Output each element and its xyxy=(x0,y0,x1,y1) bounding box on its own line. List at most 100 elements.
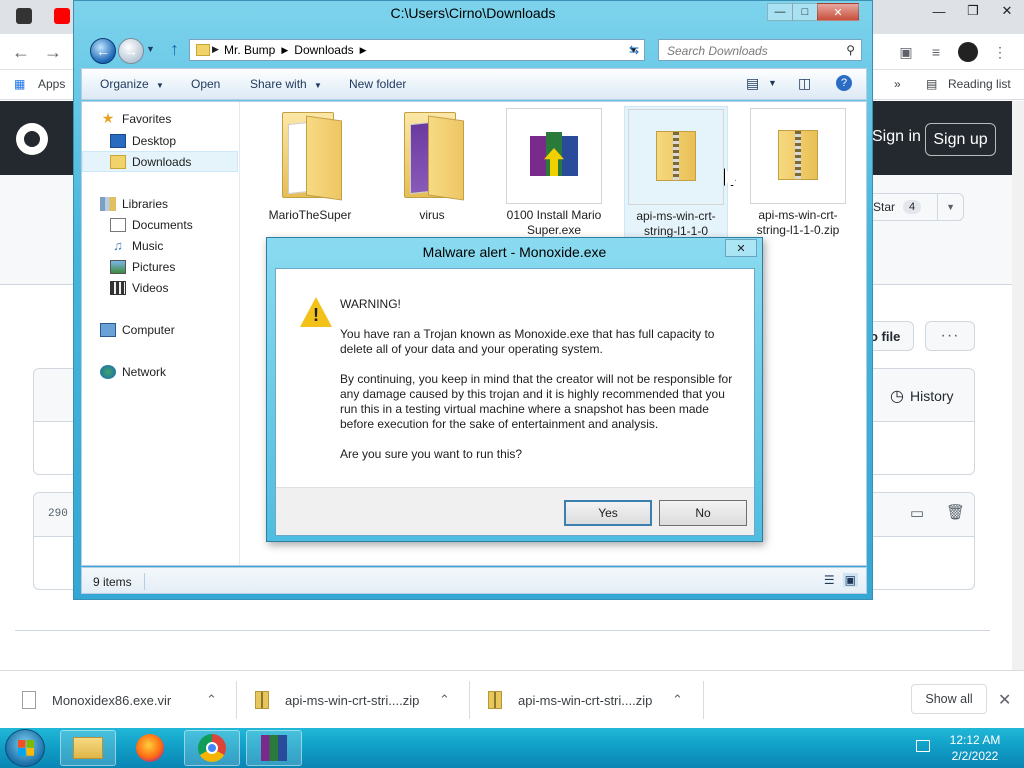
back-arrow-icon[interactable]: ← xyxy=(12,42,30,63)
nav-label: Computer xyxy=(122,322,175,337)
file-item[interactable]: virus xyxy=(380,106,484,223)
shelf-close-icon[interactable]: ✕ xyxy=(998,690,1011,710)
address-bar[interactable]: ▶ Mr. Bump ▶ Downloads ▶ ▼ xyxy=(189,39,645,61)
desktop-icon xyxy=(110,133,126,148)
nav-label: Network xyxy=(122,364,167,379)
organize-menu[interactable]: Organize ▼ xyxy=(100,77,164,91)
nav-computer[interactable]: Computer xyxy=(82,319,238,340)
search-placeholder: Search Downloads xyxy=(667,44,768,58)
videos-icon xyxy=(110,280,126,295)
file-name: 0100 Install Mario Super.exe xyxy=(506,208,602,237)
github-sign-up-button[interactable]: Sign up xyxy=(925,123,996,156)
show-all-button[interactable]: Show all xyxy=(911,684,987,714)
media-icon[interactable]: ≡ xyxy=(926,42,946,62)
share-with-menu[interactable]: Share with ▼ xyxy=(250,77,322,91)
minimize-icon[interactable]: — xyxy=(922,0,956,22)
trash-icon[interactable]: 🗑 xyxy=(946,503,965,521)
menu-dots-icon[interactable]: ⋮ xyxy=(990,42,1010,62)
libraries-icon xyxy=(100,196,116,211)
breadcrumb-arrow-icon[interactable]: ▶ xyxy=(360,43,367,57)
file-name: api-ms-win-crt-string-l1-1-0.zip xyxy=(756,208,840,237)
back-arrow-icon[interactable]: ← xyxy=(90,38,116,64)
more-bookmarks-icon[interactable]: » xyxy=(894,77,901,91)
preview-pane-icon[interactable]: ◫ xyxy=(798,75,811,92)
forward-arrow-icon[interactable]: → xyxy=(44,42,62,63)
start-button[interactable] xyxy=(5,729,45,767)
large-icons-view-icon[interactable]: ▣ xyxy=(842,573,858,587)
change-view-icon[interactable]: ▤ xyxy=(746,75,759,92)
minimize-icon[interactable]: — xyxy=(767,3,793,21)
network-tray-icon[interactable] xyxy=(916,740,930,752)
github-history-link[interactable]: ◷ History xyxy=(890,386,954,406)
nav-music[interactable]: ♫ Music xyxy=(82,235,238,256)
recent-pages-dropdown-icon[interactable]: ▼ xyxy=(146,44,155,54)
nav-favorites[interactable]: ★ Favorites xyxy=(82,108,238,129)
winrar-books-shape xyxy=(530,130,578,180)
taskbar-firefox-icon[interactable] xyxy=(122,730,178,766)
nav-downloads[interactable]: Downloads xyxy=(82,151,238,172)
apps-grid-icon[interactable]: ▦ xyxy=(14,77,25,91)
github-more-button[interactable]: ··· xyxy=(925,321,975,351)
download-item[interactable]: api-ms-win-crt-stri....zip ⌃ xyxy=(488,671,698,729)
chevron-up-icon[interactable]: ⌃ xyxy=(439,692,450,708)
display-icon[interactable]: ▭ xyxy=(910,504,924,522)
tab-favicon-icon[interactable] xyxy=(16,8,32,24)
bookmark-apps[interactable]: Apps xyxy=(38,77,65,91)
up-arrow-icon[interactable]: ↑ xyxy=(170,39,179,60)
file-item[interactable]: api-ms-win-crt-string-l1-1-0 xyxy=(624,106,728,240)
taskbar-explorer-icon[interactable] xyxy=(60,730,116,766)
restore-icon[interactable]: ❐ xyxy=(956,0,990,22)
search-icon[interactable]: ⚲ xyxy=(846,43,855,57)
breadcrumb-item[interactable]: Mr. Bump xyxy=(224,43,275,57)
nav-pictures[interactable]: Pictures xyxy=(82,256,238,277)
github-star-button[interactable]: Star 4 ▼ xyxy=(862,193,964,221)
download-name: api-ms-win-crt-stri....zip xyxy=(518,692,653,708)
reading-list-icon[interactable]: ▤ xyxy=(926,77,937,91)
taskbar-chrome-icon[interactable] xyxy=(184,730,240,766)
share-with-label: Share with xyxy=(250,77,307,91)
star-dropdown-icon[interactable]: ▼ xyxy=(946,202,955,212)
chevron-up-icon[interactable]: ⌃ xyxy=(206,692,217,708)
file-item[interactable]: 0100 Install Mario Super.exe xyxy=(502,106,606,238)
taskbar-winrar-icon[interactable] xyxy=(246,730,302,766)
chevron-down-icon[interactable]: ▼ xyxy=(768,78,777,88)
close-icon[interactable]: ✕ xyxy=(725,239,757,257)
close-icon[interactable]: ✕ xyxy=(817,3,859,21)
close-icon[interactable]: ✕ xyxy=(990,0,1024,22)
breadcrumb-item[interactable]: Downloads xyxy=(294,43,353,57)
winrar-book-shape xyxy=(530,136,546,176)
download-item[interactable]: api-ms-win-crt-stri....zip ⌃ xyxy=(255,671,465,729)
chevron-up-icon[interactable]: ⌃ xyxy=(672,692,683,708)
breadcrumb-arrow-icon[interactable]: ▶ xyxy=(281,43,288,57)
github-add-file-button[interactable]: o file xyxy=(870,321,914,351)
extensions-icon[interactable]: ▣ xyxy=(896,42,916,62)
refresh-icon[interactable]: ⇆ xyxy=(623,40,645,60)
details-view-icon[interactable]: ☰ xyxy=(824,573,835,587)
no-button[interactable]: No xyxy=(659,500,747,526)
nav-videos[interactable]: Videos xyxy=(82,277,238,298)
folder-icon xyxy=(73,737,103,759)
help-icon[interactable]: ? xyxy=(836,75,852,91)
maximize-icon[interactable]: □ xyxy=(792,3,818,21)
nav-desktop[interactable]: Desktop xyxy=(82,130,238,151)
breadcrumb-arrow-icon[interactable]: ▶ xyxy=(212,44,219,55)
search-input[interactable]: Search Downloads ⚲ xyxy=(658,39,862,61)
forward-arrow-icon[interactable]: → xyxy=(118,38,144,64)
reading-list[interactable]: Reading list xyxy=(948,77,1011,91)
file-item[interactable]: api-ms-win-crt-string-l1-1-0.zip xyxy=(746,106,850,238)
taskbar-clock[interactable]: 12:12 AM 2/2/2022 xyxy=(940,732,1010,764)
browser-scrollbar[interactable] xyxy=(1012,101,1024,670)
nav-network[interactable]: Network xyxy=(82,361,238,382)
nav-documents[interactable]: Documents xyxy=(82,214,238,235)
download-item[interactable]: Monoxidex86.exe.vir ⌃ xyxy=(22,671,232,729)
youtube-tab-icon[interactable] xyxy=(54,8,70,24)
yes-button[interactable]: Yes xyxy=(564,500,652,526)
github-sign-in-link[interactable]: Sign in xyxy=(872,128,921,146)
open-button[interactable]: Open xyxy=(191,77,220,91)
new-folder-button[interactable]: New folder xyxy=(349,77,406,91)
profile-avatar[interactable] xyxy=(958,42,978,62)
github-line-count: 290 xyxy=(48,508,68,520)
github-logo-icon[interactable] xyxy=(16,123,48,155)
file-item[interactable]: MarioTheSuper xyxy=(258,106,362,223)
nav-libraries[interactable]: Libraries xyxy=(82,193,238,214)
